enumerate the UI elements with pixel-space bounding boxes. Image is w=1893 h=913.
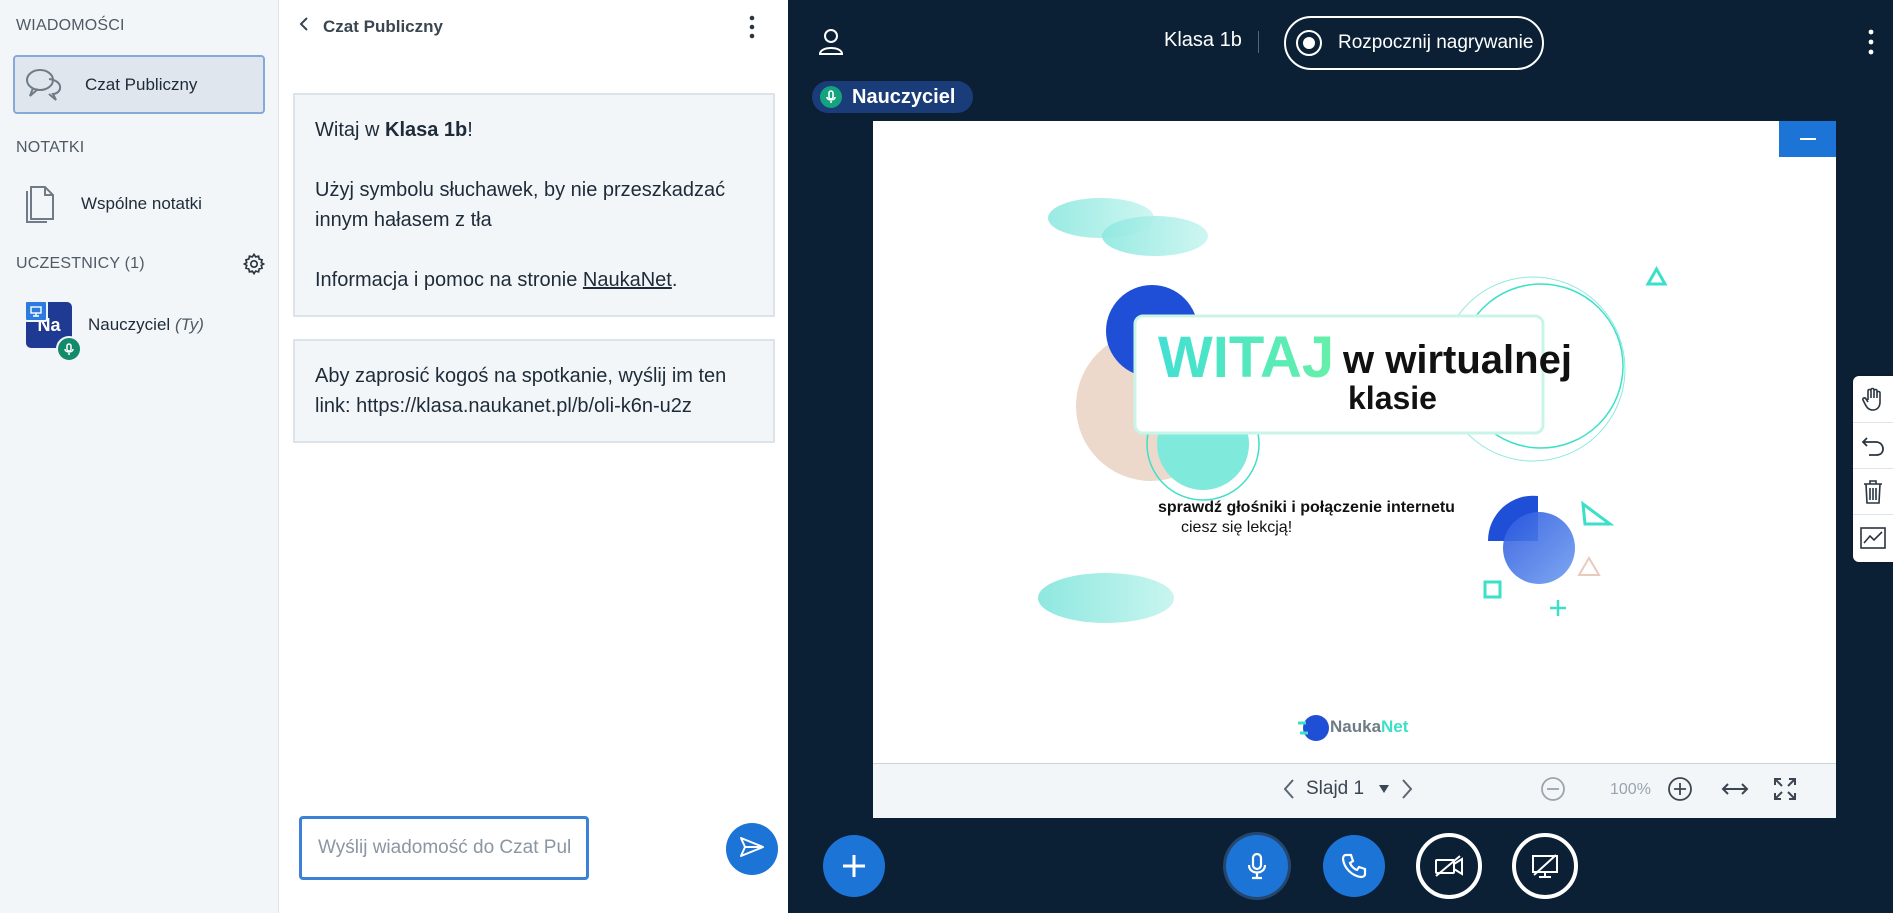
presentation-controls: Slajd 1 100% [873,763,1836,818]
mute-button[interactable] [1226,835,1288,897]
fit-width-icon [1721,783,1749,795]
deco-plus [1550,600,1566,616]
deco-triangle [1645,265,1668,286]
phone-icon [1341,853,1367,879]
multi-user-whiteboard-button[interactable] [1853,514,1893,561]
presentation-slide: WITAJ w wirtualnej klasie sprawdź głośni… [873,121,1836,763]
chat-back-button[interactable]: Czat Publiczny [299,16,443,37]
pan-tool-button[interactable] [1853,376,1893,422]
welcome-message: Witaj w Klasa 1b! Użyj symbolu słuchawek… [293,93,775,317]
microphone-icon [1248,852,1266,880]
mic-icon [56,336,82,362]
chevron-left-icon [299,16,309,37]
fullscreen-button[interactable] [1773,777,1797,801]
welcome-help: Informacja i pomoc na stronie NaukaNet. [315,269,678,291]
deco-blob [1102,216,1208,256]
chat-header: Czat Publiczny [279,0,788,56]
chat-panel: Czat Publiczny Witaj w Klasa 1b! Użyj sy… [279,0,788,913]
slide-witaj: WITAJ [1158,325,1334,390]
naukanet-logo-icon [1303,715,1329,741]
invite-message: Aby zaprosić kogoś na spotkanie, wyślij … [293,339,775,443]
share-screen-button[interactable] [1512,833,1578,899]
participant-name: Nauczyciel (Ty) [88,315,204,334]
send-message-button[interactable] [726,823,778,875]
fullscreen-icon [1774,778,1796,800]
share-webcam-button[interactable] [1416,833,1482,899]
options-menu-icon[interactable] [1868,28,1874,61]
sidebar-item-public-chat[interactable]: Czat Publiczny [13,55,265,114]
deco-triangle [1577,556,1601,576]
undo-annotation-button[interactable] [1853,422,1893,469]
slide-label: Slajd 1 [1306,778,1365,799]
slide-klasie: klasie [1348,380,1437,416]
slide-w-wirtualnej: w wirtualnej [1342,338,1572,382]
prev-slide-button[interactable] [1283,778,1295,800]
clear-annotations-button[interactable] [1853,468,1893,515]
title-divider [1258,31,1259,53]
zoom-out-icon [1541,777,1565,801]
naukanet-link[interactable]: NaukaNet [583,269,672,291]
undo-icon [1861,437,1884,456]
chevron-right-icon [1402,779,1413,799]
leave-audio-button[interactable] [1323,835,1385,897]
zoom-level: 100% [1610,781,1651,798]
user-list-panel: WIADOMOŚCI Czat Publiczny NOTATKI Wspóln… [0,0,279,913]
public-chat-label: Czat Publiczny [85,75,198,94]
record-label: Rozpocznij nagrywanie [1338,32,1534,53]
whiteboard-chart-icon [1860,527,1886,549]
minus-icon [1799,138,1816,140]
plus-icon [843,855,865,877]
slide-subtitle-2: ciesz się lekcją! [1181,519,1292,536]
minimize-presentation-button[interactable] [1779,121,1836,157]
chat-message-input[interactable] [299,816,589,880]
you-suffix: (Ty) [174,315,204,334]
presenter-icon [24,300,48,322]
messages-section-title: WIADOMOŚCI [16,17,125,34]
zoom-in-button[interactable] [1667,776,1693,802]
meeting-title: Klasa 1b [1164,29,1242,51]
notes-section-title: NOTATKI [16,139,85,156]
start-recording-button[interactable]: Rozpocznij nagrywanie [1284,16,1544,70]
sidebar-item-shared-notes[interactable]: Wspólne notatki [13,176,265,232]
chat-bubbles-icon [25,67,63,108]
user-list-toggle-icon[interactable] [818,28,844,61]
notes-document-icon [23,181,57,228]
slide-subtitle-1: sprawdź głośniki i połączenie internetu [1158,499,1455,516]
talking-indicator: Nauczyciel [812,81,974,113]
deco-blob [1038,573,1174,623]
fit-width-button[interactable] [1721,780,1749,798]
send-icon [739,836,765,863]
slide-artwork: WITAJ w wirtualnej klasie sprawdź głośni… [1038,198,1668,741]
invite-text: Aby zaprosić kogoś na spotkanie, wyślij … [315,365,727,417]
mic-icon [820,86,842,108]
slide-select[interactable]: Slajd 1 [1306,778,1390,800]
welcome-headset-hint: Użyj symbolu słuchawek, by nie przeszkad… [315,179,726,231]
camera-off-icon [1435,855,1463,877]
logo-text: NaukaNet [1330,717,1409,736]
next-slide-button[interactable] [1401,778,1413,800]
hand-icon [1862,387,1881,411]
annotation-toolbar [1853,376,1893,562]
deco-triangle [1581,500,1615,526]
shared-notes-label: Wspólne notatki [81,194,202,213]
participant-item[interactable]: Na Nauczyciel (Ty) [20,298,260,362]
trash-icon [1864,480,1882,504]
main-area: Klasa 1b Rozpocznij nagrywanie Nauczycie… [788,0,1893,913]
screenshare-off-icon [1532,854,1558,878]
record-icon [1296,30,1322,56]
zoom-in-icon [1668,777,1692,801]
zoom-out-button[interactable] [1540,776,1566,802]
deco-square [1483,580,1502,599]
participants-section-title: UCZESTNICY (1) [16,255,145,272]
chat-title: Czat Publiczny [323,16,443,36]
caret-down-icon [1378,778,1390,800]
actions-button[interactable] [823,835,885,897]
welcome-greeting: Witaj w Klasa 1b! [315,119,473,141]
gear-icon[interactable] [242,252,266,280]
talker-name: Nauczyciel [852,85,956,108]
chevron-left-icon [1283,779,1294,799]
chat-options-icon[interactable] [749,14,755,45]
deco-circle [1503,512,1575,584]
